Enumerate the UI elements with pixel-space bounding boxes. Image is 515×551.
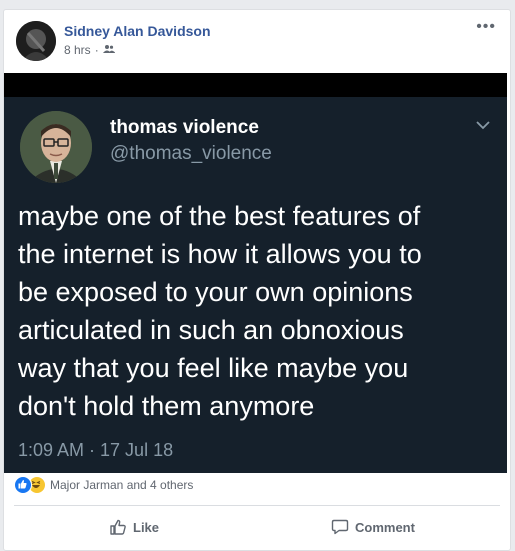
meta-separator: · [94, 43, 99, 57]
like-button[interactable]: Like [109, 513, 159, 541]
tweet-line: the internet is how it allows you to [18, 239, 422, 269]
post-options-button[interactable]: ••• [476, 19, 496, 35]
reaction-summary[interactable]: Major Jarman and 4 others [14, 476, 193, 494]
feed-post: Sidney Alan Davidson 8 hrs · ••• thomas … [3, 9, 511, 551]
reaction-summary-text[interactable]: Major Jarman and 4 others [50, 478, 193, 492]
tweet-line: way that you feel like maybe you [18, 353, 409, 383]
tweet-body: maybe one of the best features of the in… [18, 197, 498, 425]
actions-divider [14, 505, 500, 506]
tweet-author-name: thomas violence [110, 117, 259, 138]
post-meta: 8 hrs · [64, 43, 115, 57]
thumbs-up-icon [110, 519, 126, 535]
tweet-author-handle: @thomas_violence [110, 143, 272, 164]
tweet-timestamp: 1:09 AM · 17 Jul 18 [18, 440, 174, 460]
author-name-link[interactable]: Sidney Alan Davidson [64, 23, 211, 39]
comment-icon [331, 519, 349, 535]
tweet-line: be exposed to your own opinions [18, 277, 413, 307]
chevron-down-icon [476, 121, 490, 130]
author-avatar[interactable] [16, 21, 56, 61]
tweet-line: don't hold them anymore [18, 391, 315, 421]
comment-button-label: Comment [355, 519, 415, 535]
comment-button[interactable]: Comment [331, 513, 415, 541]
tweet-screenshot[interactable]: thomas violence @thomas_violence maybe o… [4, 73, 507, 473]
tweet-line: articulated in such an obnoxious [18, 315, 404, 345]
like-reaction-icon [14, 476, 32, 494]
like-button-label: Like [133, 519, 160, 535]
post-timestamp[interactable]: 8 hrs [64, 43, 91, 57]
tweet-line: maybe one of the best features of [18, 201, 421, 231]
tweet-avatar [20, 111, 92, 183]
tweet-top-bar [4, 73, 507, 97]
friends-icon[interactable] [102, 43, 115, 57]
